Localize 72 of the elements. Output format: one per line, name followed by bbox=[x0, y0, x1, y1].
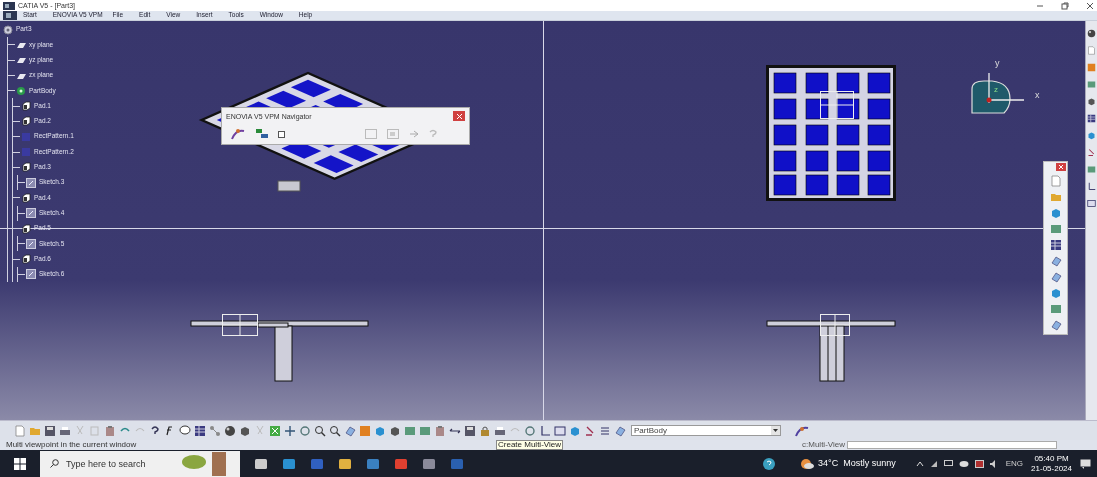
clipboard-icon[interactable] bbox=[104, 424, 116, 437]
windows-start-icon[interactable] bbox=[14, 457, 26, 470]
cloud-icon[interactable] bbox=[958, 460, 969, 467]
axis-gizmo-drawing bbox=[222, 314, 258, 336]
logo-icon[interactable] bbox=[230, 127, 246, 141]
clock-time[interactable]: 05:40 PM bbox=[1034, 454, 1069, 463]
caret-up-icon[interactable] bbox=[915, 460, 924, 467]
notification-icon[interactable] bbox=[1080, 458, 1091, 469]
close-icon bbox=[456, 113, 462, 119]
axis-icon[interactable] bbox=[1087, 182, 1096, 191]
zoom-out-icon[interactable] bbox=[329, 424, 341, 437]
weather-text[interactable]: 34°C Mostly sunny bbox=[818, 459, 896, 468]
sun-cloud-icon bbox=[800, 457, 815, 470]
axis-gizmo-drawing bbox=[820, 314, 850, 336]
gear-icon bbox=[16, 85, 26, 96]
axis-label: y bbox=[995, 59, 1000, 68]
caret-icon bbox=[771, 426, 780, 435]
sphere-icon[interactable] bbox=[224, 424, 236, 437]
move-icon[interactable] bbox=[284, 424, 296, 437]
axis-gizmo-drawing bbox=[820, 91, 854, 119]
save-icon[interactable] bbox=[44, 424, 56, 437]
block-icon bbox=[21, 223, 31, 234]
gear-icon bbox=[3, 24, 13, 35]
command-label: c:Multi-View bbox=[802, 441, 846, 449]
table-icon[interactable] bbox=[1049, 239, 1062, 251]
printer-icon[interactable] bbox=[59, 424, 71, 437]
close-button[interactable] bbox=[453, 111, 465, 121]
body-dropdown[interactable]: PartBody bbox=[631, 425, 781, 436]
language-indicator[interactable]: ENG bbox=[1005, 459, 1024, 468]
status-message: Multi viewpoint in the current window bbox=[5, 441, 138, 449]
block-icon bbox=[21, 192, 31, 203]
app-icon bbox=[3, 1, 15, 10]
checkbox-icon[interactable] bbox=[278, 130, 285, 138]
clipboard-icon[interactable] bbox=[434, 424, 446, 437]
printer-icon[interactable] bbox=[494, 424, 506, 437]
close-icon bbox=[1059, 165, 1063, 169]
close-icon[interactable] bbox=[1086, 1, 1094, 10]
search-icon bbox=[50, 459, 59, 468]
restore-icon[interactable] bbox=[1061, 1, 1069, 10]
help-circle-icon[interactable] bbox=[762, 456, 777, 471]
app-icon[interactable] bbox=[422, 456, 436, 471]
block-icon bbox=[21, 116, 31, 127]
page-icon[interactable] bbox=[1049, 175, 1062, 187]
page-icon[interactable] bbox=[1087, 46, 1096, 55]
block-icon bbox=[21, 254, 31, 265]
fit-all-icon[interactable] bbox=[269, 424, 281, 437]
square-icon bbox=[21, 131, 31, 142]
app-icon[interactable] bbox=[450, 456, 464, 471]
clock-date[interactable]: 21-05-2024 bbox=[1031, 464, 1072, 473]
table-icon[interactable] bbox=[1087, 114, 1096, 123]
network-icon[interactable] bbox=[929, 459, 938, 468]
app-icon bbox=[3, 11, 17, 20]
lock-icon[interactable] bbox=[479, 424, 491, 437]
table-icon[interactable] bbox=[194, 424, 206, 437]
app-icon[interactable] bbox=[310, 456, 324, 471]
axis-label: x bbox=[1035, 91, 1040, 100]
axis-label: z bbox=[994, 86, 998, 94]
block-icon bbox=[21, 162, 31, 173]
page-icon[interactable] bbox=[14, 424, 26, 437]
save-icon[interactable] bbox=[464, 424, 476, 437]
close-button[interactable] bbox=[1056, 163, 1066, 171]
list-icon[interactable] bbox=[599, 424, 611, 437]
speaker-icon[interactable] bbox=[989, 459, 998, 468]
speech-bubble-icon[interactable] bbox=[179, 424, 191, 437]
command-field[interactable] bbox=[847, 441, 1057, 449]
help-icon[interactable] bbox=[149, 424, 161, 437]
sphere-icon[interactable] bbox=[1087, 29, 1096, 38]
plane-icon bbox=[16, 55, 26, 66]
square-icon bbox=[21, 147, 31, 157]
block-icon bbox=[21, 101, 31, 112]
axis-icon[interactable] bbox=[539, 424, 551, 437]
zoom-in-icon[interactable] bbox=[314, 424, 326, 437]
